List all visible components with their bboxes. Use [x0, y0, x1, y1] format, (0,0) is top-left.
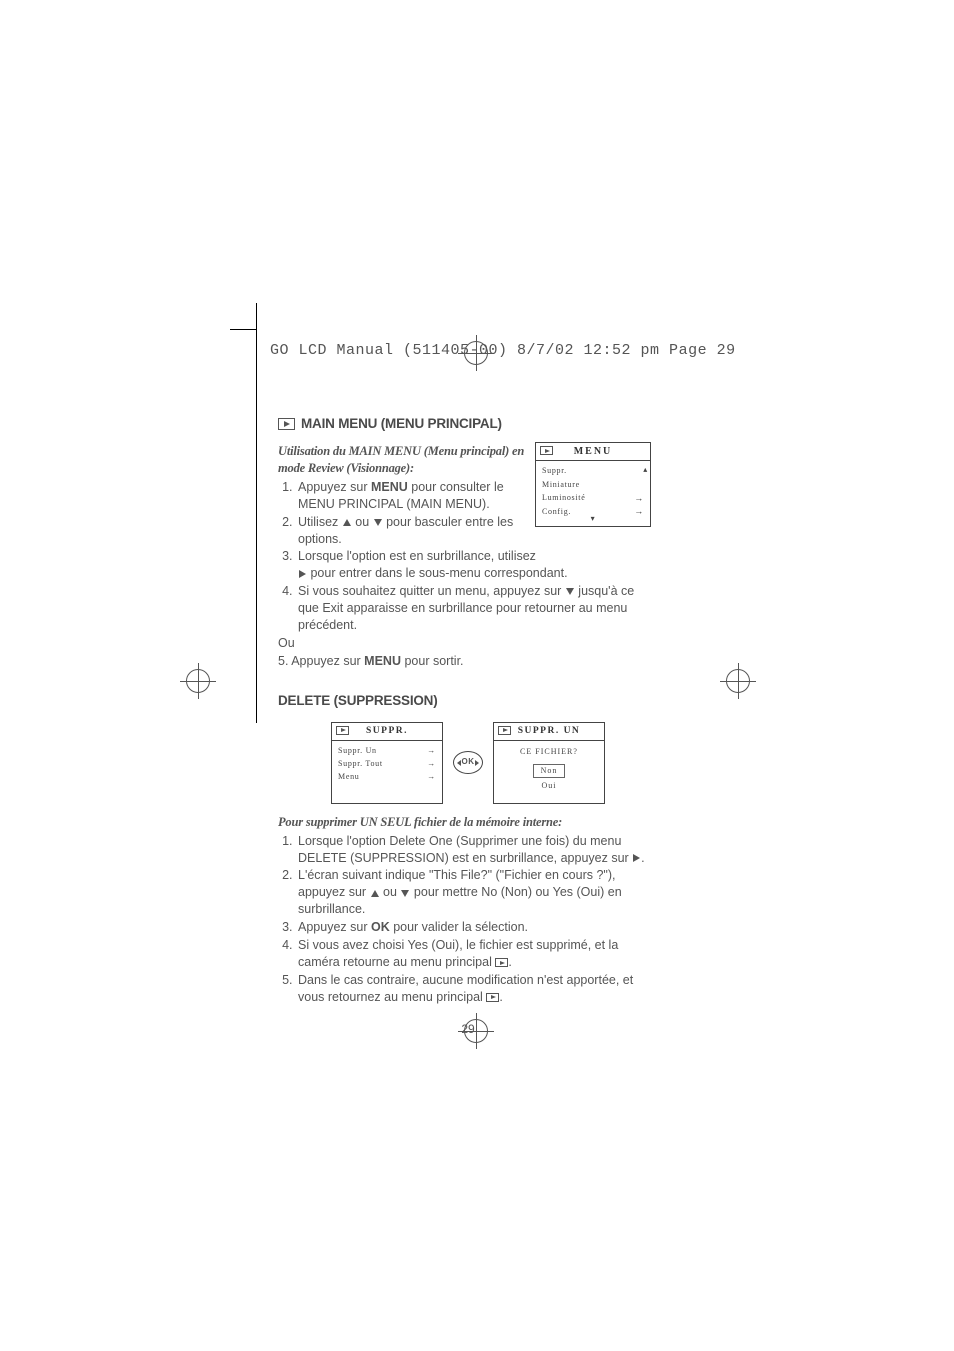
play-icon	[336, 726, 349, 735]
list-item: L'écran suivant indique "This File?" ("F…	[296, 867, 658, 918]
list-item: Lorsque l'option Delete One (Supprimer u…	[296, 833, 658, 867]
list-item: Lorsque l'option est en surbrillance, ut…	[296, 548, 658, 582]
page-content: MAIN MENU (MENU PRINCIPAL) Utilisation d…	[278, 415, 658, 1038]
list-item: Utilisez ou pour basculer entre les opti…	[296, 514, 528, 548]
play-icon	[495, 958, 508, 967]
heading-text: MAIN MENU (MENU PRINCIPAL)	[301, 415, 502, 433]
triangle-down-icon	[566, 588, 574, 595]
print-header: GO LCD Manual (511405-00) 8/7/02 12:52 p…	[270, 342, 736, 359]
page-number: 29	[278, 1021, 658, 1037]
triangle-down-icon	[374, 519, 382, 526]
play-icon	[278, 418, 295, 430]
menu-title: SUPPR.	[366, 725, 408, 738]
or-label: Ou	[278, 635, 658, 652]
section-heading: DELETE (SUPPRESSION)	[278, 692, 658, 710]
registration-mark-icon	[720, 663, 756, 699]
triangle-up-icon	[343, 519, 351, 526]
instruction-list: Lorsque l'option est en surbrillance, ut…	[278, 548, 658, 633]
triangle-up-icon	[371, 890, 379, 897]
section-heading: MAIN MENU (MENU PRINCIPAL)	[278, 415, 658, 433]
ok-button-icon: OK	[453, 751, 483, 774]
play-icon	[486, 993, 499, 1002]
option: Oui	[500, 781, 598, 792]
menu-item: Suppr. Un	[338, 746, 377, 757]
lcd-menu-suppr-un: SUPPR. UN CE FICHIER? Non Oui	[493, 722, 605, 804]
lcd-menu-suppr: SUPPR. Suppr. Un → Suppr. Tout → Menu →	[331, 722, 443, 804]
arrow-right-icon: →	[427, 759, 436, 770]
subheading: Pour supprimer UN SEUL fichier de la mém…	[278, 814, 658, 831]
triangle-right-icon	[633, 854, 640, 862]
list-item: Si vous avez choisi Yes (Oui), le fichie…	[296, 937, 658, 971]
ok-label: OK	[462, 757, 475, 768]
instruction-list: Appuyez sur MENU pour consulter le MENU …	[278, 479, 528, 548]
play-icon	[498, 726, 511, 735]
list-item: Appuyez sur MENU pour consulter le MENU …	[296, 479, 528, 513]
menu-item: Menu	[338, 772, 359, 783]
crop-mark	[230, 329, 256, 330]
crop-mark	[256, 303, 257, 723]
triangle-down-icon	[401, 890, 409, 897]
subheading: Utilisation du MAIN MENU (Menu principal…	[278, 443, 528, 477]
list-item: Si vous souhaitez quitter un menu, appuy…	[296, 583, 658, 634]
instruction-list: Lorsque l'option Delete One (Supprimer u…	[278, 833, 658, 1006]
lcd-screens-figure: SUPPR. Suppr. Un→ Suppr. Tout→ Menu→ OK …	[278, 722, 658, 804]
option-selected: Non	[533, 764, 566, 779]
prompt-text: CE FICHIER?	[500, 747, 598, 758]
list-item: Appuyez sur OK pour valider la sélection…	[296, 919, 658, 936]
list-item: 5. Appuyez sur MENU pour sortir.	[278, 653, 658, 670]
arrow-right-icon: →	[427, 746, 436, 757]
list-item: Dans le cas contraire, aucune modificati…	[296, 972, 658, 1006]
registration-mark-icon	[180, 663, 216, 699]
arrow-right-icon: →	[427, 772, 436, 783]
menu-item: Suppr. Tout	[338, 759, 383, 770]
triangle-right-icon	[299, 570, 306, 578]
menu-title: SUPPR. UN	[518, 725, 581, 738]
